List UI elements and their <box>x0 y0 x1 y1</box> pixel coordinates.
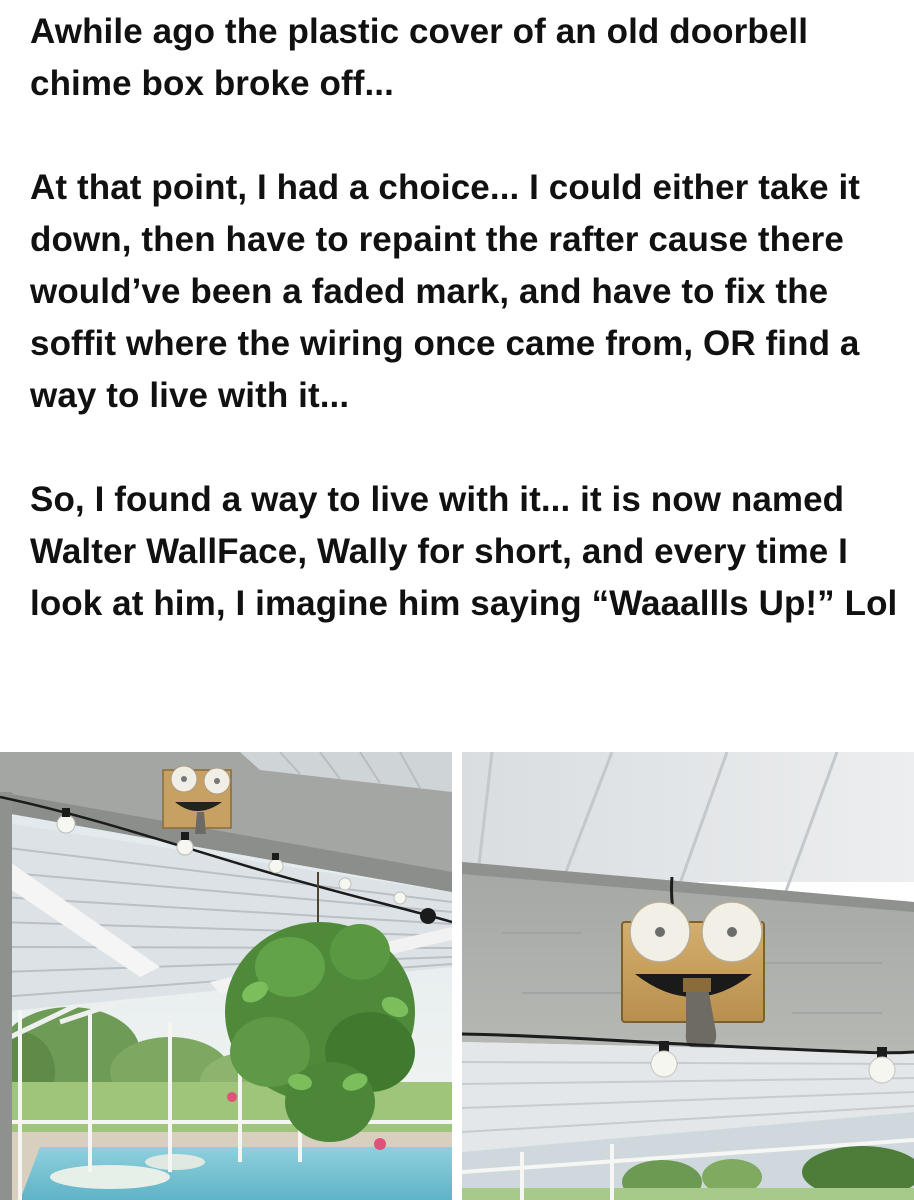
photo-wally-closeup[interactable] <box>462 752 914 1200</box>
wally-closeup-illustration <box>462 752 914 1200</box>
photo-patio-wide[interactable] <box>0 752 452 1200</box>
post-text: Awhile ago the plastic cover of an old d… <box>30 6 900 630</box>
post-paragraph-2: At that point, I had a choice... I could… <box>30 168 861 415</box>
patio-wide-illustration <box>0 752 452 1200</box>
post-paragraph-3: So, I found a way to live with it... it … <box>30 480 898 623</box>
post-paragraph-1: Awhile ago the plastic cover of an old d… <box>30 12 809 103</box>
